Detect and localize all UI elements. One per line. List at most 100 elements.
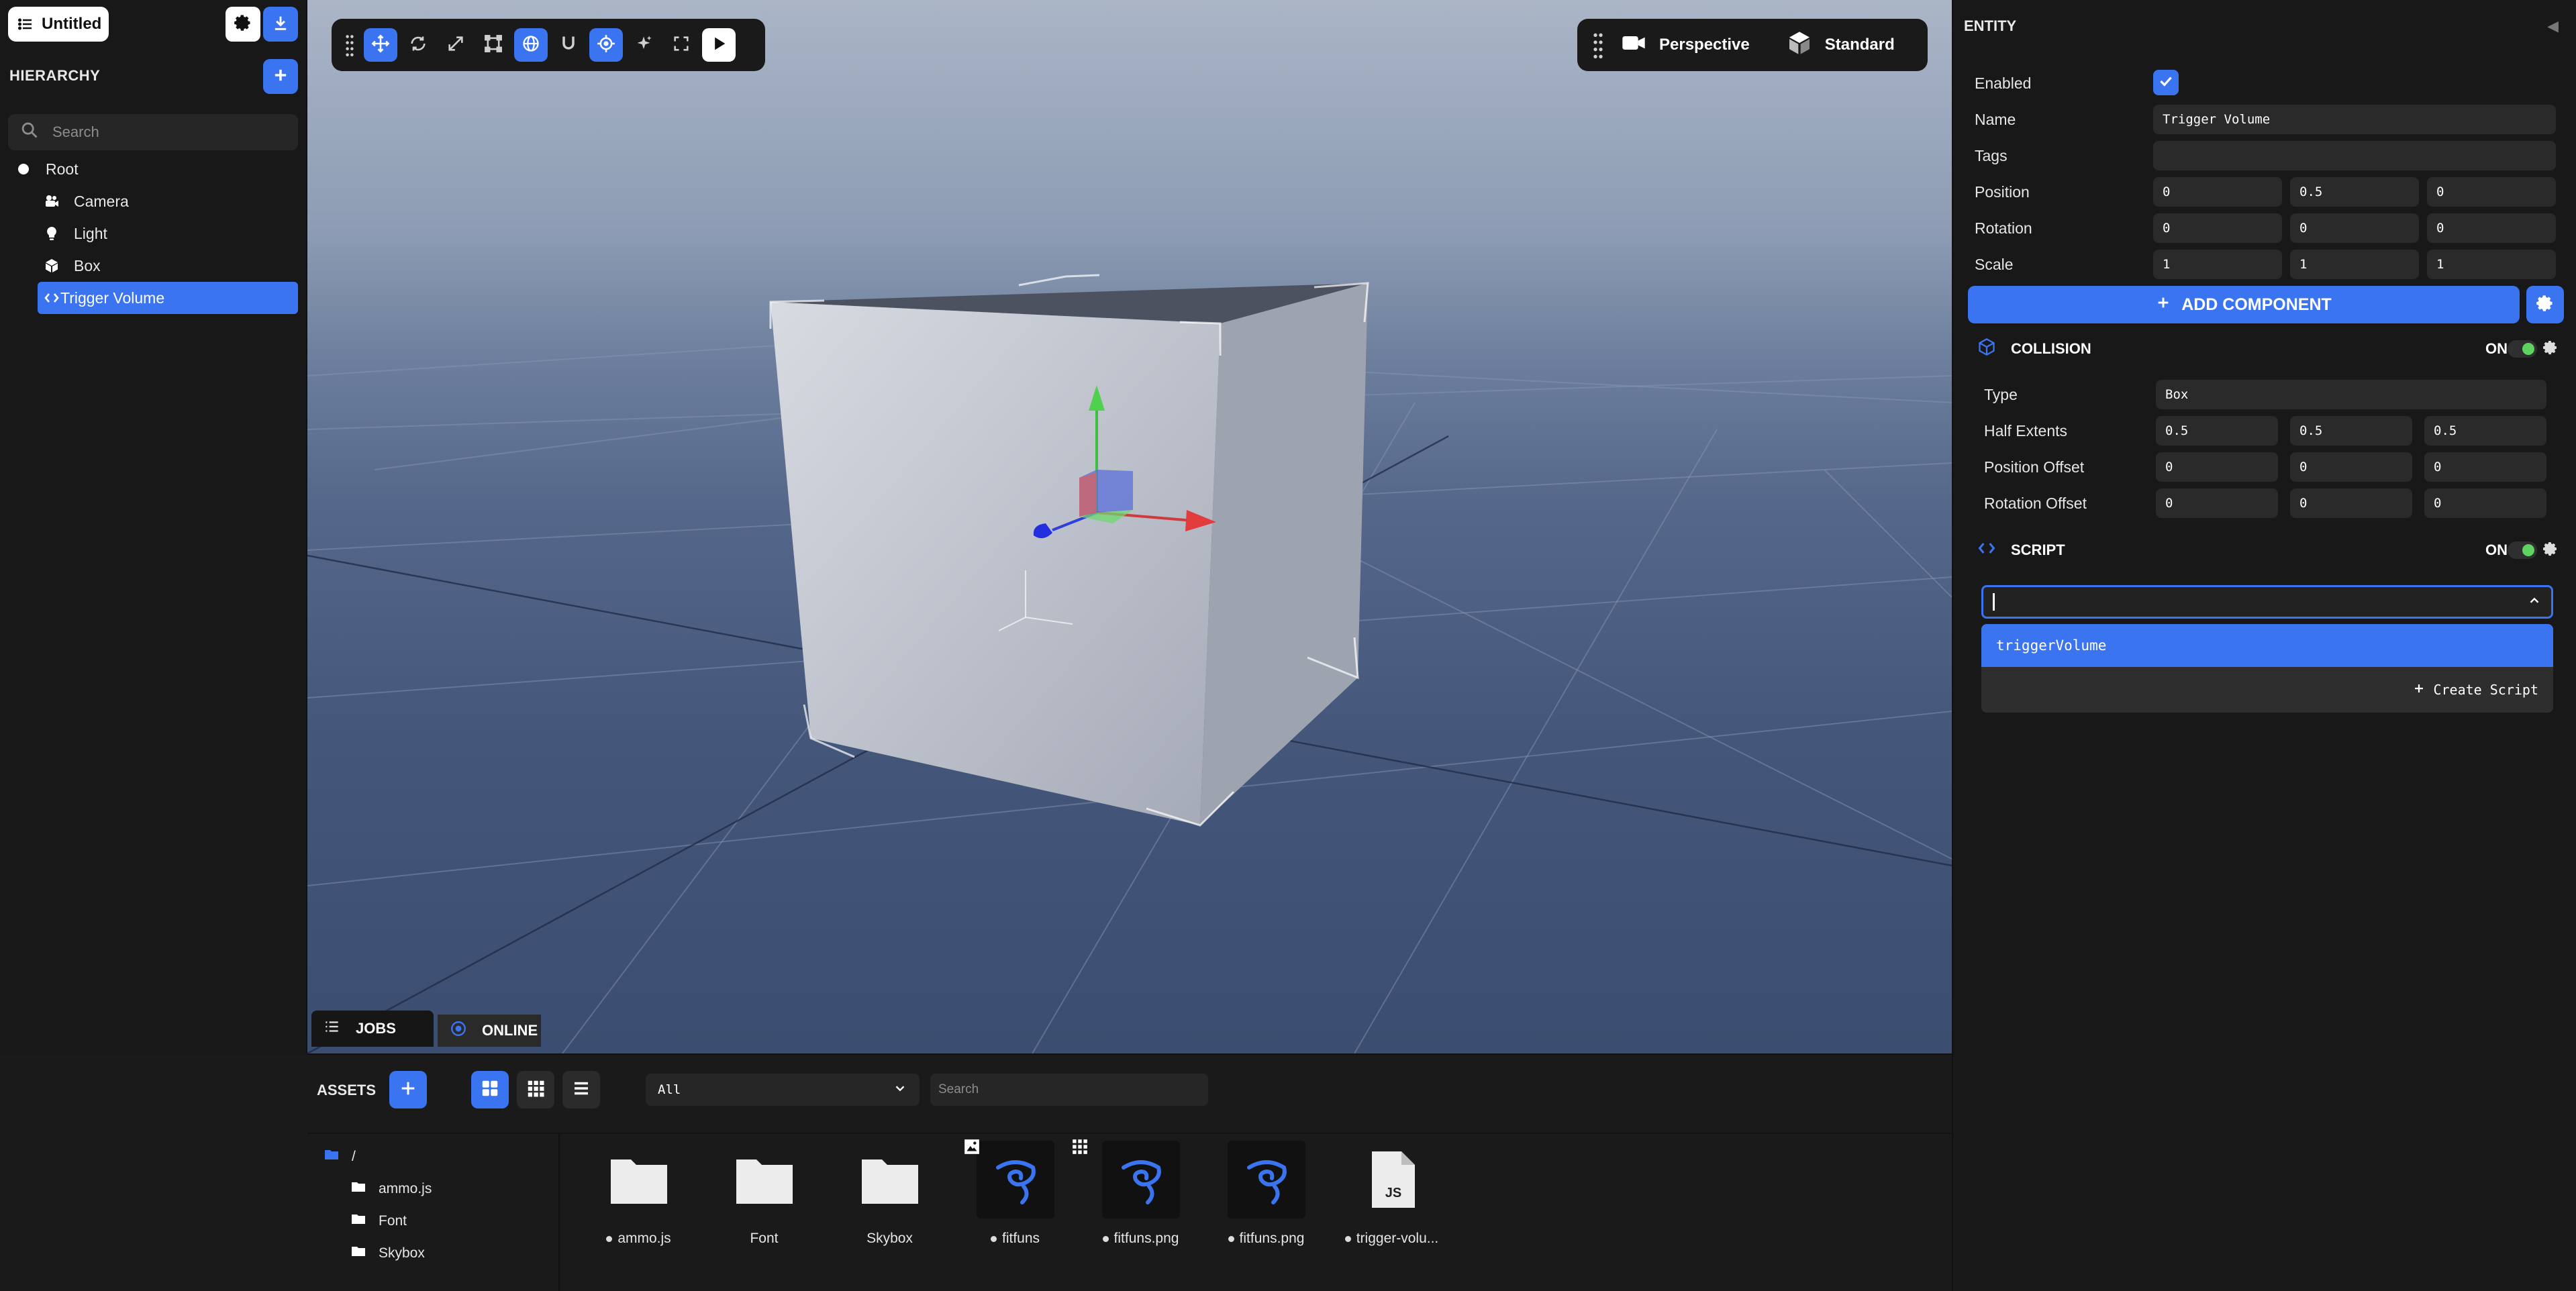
chevron-up-icon[interactable] [2527, 593, 2542, 611]
add-component-label: ADD COMPONENT [2181, 295, 2332, 314]
settings-button[interactable] [226, 7, 260, 42]
hierarchy-search-input[interactable]: Search [8, 114, 298, 150]
folder-tree-label: Font [379, 1213, 407, 1229]
script-dropdown: triggerVolume Create Script [1981, 624, 2553, 713]
add-component-button[interactable]: ADD COMPONENT [1968, 286, 2520, 323]
rotation-y-input[interactable]: 0 [2290, 213, 2419, 243]
drag-handle-icon[interactable] [340, 28, 360, 62]
focus-button[interactable] [589, 28, 623, 62]
folder-tree-label: / [352, 1149, 356, 1164]
tree-item-trigger-volume[interactable]: Trigger Volume [38, 282, 298, 314]
scale-x-input[interactable]: 1 [2153, 250, 2282, 279]
collision-type-select[interactable]: Box [2156, 380, 2546, 409]
rotate-tool-button[interactable] [401, 28, 435, 62]
collision-toggle[interactable] [2508, 340, 2537, 358]
position-x-input[interactable]: 0 [2153, 177, 2282, 207]
asset-item-ammo-js[interactable]: ammo.js [576, 1138, 701, 1247]
position-y-input[interactable]: 0.5 [2290, 177, 2419, 207]
rotation-offset-x-input[interactable]: 0 [2156, 488, 2278, 518]
js-file-glyph: JS [1385, 1186, 1401, 1200]
asset-search-input[interactable]: Search [930, 1074, 1208, 1106]
half-extents-z-input[interactable]: 0.5 [2424, 416, 2546, 446]
half-extents-x-input[interactable]: 0.5 [2156, 416, 2278, 446]
small-grid-view-button[interactable] [517, 1071, 554, 1108]
scale-tool-button[interactable] [439, 28, 473, 62]
tree-item-light[interactable]: Light [0, 217, 307, 250]
translate-tool-button[interactable] [364, 28, 397, 62]
folder-icon [726, 1141, 803, 1219]
script-search-input[interactable] [1981, 585, 2553, 619]
position-offset-x-input[interactable]: 0 [2156, 452, 2278, 482]
script-section-header[interactable]: SCRIPT ON [1977, 537, 2561, 564]
half-extents-y-input[interactable]: 0.5 [2290, 416, 2412, 446]
rotation-z-input[interactable]: 0 [2427, 213, 2556, 243]
position-offset-z-input[interactable]: 0 [2424, 452, 2546, 482]
folder-tree-label: Skybox [379, 1245, 425, 1261]
snap-button[interactable] [552, 28, 585, 62]
script-option-triggervolume[interactable]: triggerVolume [1981, 624, 2553, 667]
gear-icon[interactable] [2542, 541, 2561, 560]
list-view-button[interactable] [562, 1071, 600, 1108]
create-script-button[interactable]: Create Script [1981, 667, 2553, 713]
tree-item-camera[interactable]: Camera [0, 185, 307, 217]
gear-icon [234, 13, 252, 36]
folder-tree-item-root[interactable]: / [324, 1141, 518, 1173]
position-offset-label: Position Offset [1984, 458, 2085, 476]
collapse-panel-icon[interactable]: ◀ [2547, 17, 2559, 35]
project-title-button[interactable]: Untitled [8, 7, 109, 42]
position-label: Position [1975, 183, 2030, 201]
tree-item-root[interactable]: Root [0, 153, 307, 185]
magic-button[interactable] [627, 28, 660, 62]
gear-icon[interactable] [2542, 340, 2561, 358]
resize-tool-button[interactable] [477, 28, 510, 62]
camera-mode-button[interactable]: Perspective [1620, 30, 1750, 61]
script-toggle[interactable] [2508, 541, 2537, 559]
magnet-icon [559, 34, 578, 56]
render-mode-button[interactable]: Standard [1786, 30, 1895, 61]
rotation-x-input[interactable]: 0 [2153, 213, 2282, 243]
drag-handle-icon[interactable] [1588, 28, 1608, 62]
position-z-input[interactable]: 0 [2427, 177, 2556, 207]
jobs-tab[interactable]: JOBS [311, 1011, 434, 1047]
asset-filter-value: All [658, 1082, 681, 1097]
scene-render [307, 274, 1952, 1053]
component-settings-button[interactable] [2526, 286, 2564, 323]
position-offset-y-input[interactable]: 0 [2290, 452, 2412, 482]
video-camera-icon [1620, 30, 1647, 61]
asset-type-filter[interactable]: All [646, 1074, 920, 1106]
rotation-offset-y-input[interactable]: 0 [2290, 488, 2412, 518]
folder-tree-item-skybox[interactable]: Skybox [324, 1237, 518, 1270]
jobs-label: JOBS [356, 1020, 396, 1037]
folder-tree-item-font[interactable]: Font [324, 1205, 518, 1237]
asset-item-fitfuns-png-atlas[interactable]: fitfuns.png [1073, 1138, 1203, 1247]
asset-item-fitfuns-png[interactable]: fitfuns.png [1203, 1138, 1329, 1247]
rotation-offset-z-input[interactable]: 0 [2424, 488, 2546, 518]
asset-item-skybox[interactable]: Skybox [827, 1138, 952, 1247]
modified-dot-icon [1344, 1235, 1351, 1242]
atlas-badge-icon [1070, 1137, 1090, 1157]
asset-item-font[interactable]: Font [701, 1138, 827, 1247]
asset-label: ammo.js [617, 1231, 671, 1246]
tree-item-box[interactable]: Box [0, 250, 307, 282]
scene-viewport[interactable]: Perspective Standard JOBS ONLINE [307, 0, 1952, 1053]
tags-input[interactable] [2153, 141, 2556, 170]
asset-item-fitfuns[interactable]: fitfuns [952, 1138, 1078, 1247]
large-grid-view-button[interactable] [471, 1071, 509, 1108]
enabled-checkbox[interactable] [2153, 70, 2179, 95]
create-script-label: Create Script [2433, 682, 2538, 698]
add-asset-button[interactable] [389, 1071, 427, 1108]
world-space-button[interactable] [514, 28, 548, 62]
asset-item-trigger-volume-js[interactable]: JS trigger-volu... [1329, 1138, 1454, 1247]
light-bulb-icon [43, 225, 60, 242]
scale-z-input[interactable]: 1 [2427, 250, 2556, 279]
collision-section-header[interactable]: COLLISION ON [1977, 335, 2561, 362]
online-tab[interactable]: ONLINE [438, 1015, 541, 1047]
scale-y-input[interactable]: 1 [2290, 250, 2419, 279]
play-button[interactable] [702, 28, 736, 62]
download-button[interactable] [263, 7, 298, 42]
collision-type-label: Type [1984, 385, 2018, 403]
name-input[interactable]: Trigger Volume [2153, 105, 2556, 134]
folder-tree-item-ammo[interactable]: ammo.js [324, 1173, 518, 1205]
fullscreen-button[interactable] [664, 28, 698, 62]
add-entity-button[interactable] [263, 59, 298, 94]
